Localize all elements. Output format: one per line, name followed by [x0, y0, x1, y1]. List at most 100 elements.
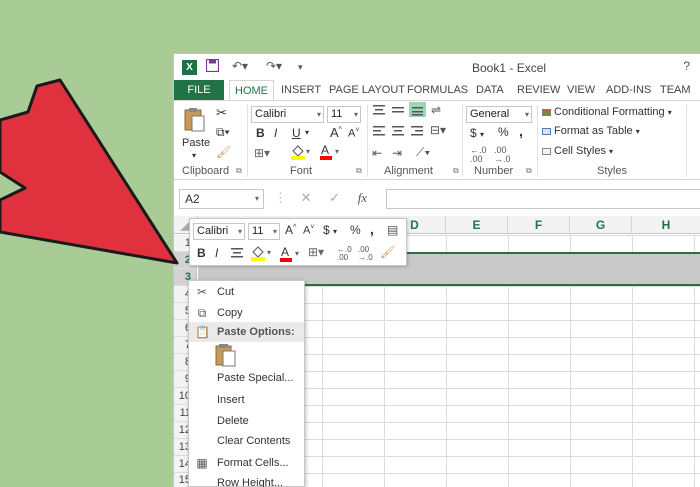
cut-icon[interactable]: ✂	[216, 105, 227, 121]
menu-item-format-cells[interactable]: ▦ Format Cells...	[189, 453, 304, 473]
insert-function-icon[interactable]: fx	[358, 190, 367, 205]
menu-item-paste-special[interactable]: Paste Special...	[189, 368, 304, 388]
customize-icon[interactable]: ▾	[298, 62, 303, 73]
mini-accounting-button[interactable]: $ ▾	[323, 223, 337, 237]
merge-center-icon[interactable]: ⊟▾	[430, 123, 446, 137]
orientation-icon[interactable]: ⟋▾	[416, 145, 430, 160]
increase-indent-icon[interactable]: ⇥	[392, 146, 402, 160]
column-header-e[interactable]: E	[446, 216, 508, 234]
font-size-combo[interactable]: 11 ▾	[327, 106, 361, 123]
tab-formulas[interactable]: FORMULAS	[407, 80, 468, 100]
format-as-table-button[interactable]: Format as Table ▾	[542, 125, 640, 137]
menu-item-delete[interactable]: Delete	[189, 411, 304, 431]
menu-header-paste-options: 📋 Paste Options:	[189, 322, 304, 342]
enter-icon[interactable]: ✓	[329, 190, 340, 205]
formula-input[interactable]	[386, 189, 700, 209]
paste-button[interactable]: Paste	[182, 137, 210, 149]
align-right-icon[interactable]	[410, 125, 424, 140]
font-launcher-icon[interactable]: ⧉	[356, 166, 362, 176]
number-format-combo[interactable]: General ▾	[466, 106, 532, 123]
tab-insert[interactable]: INSERT	[281, 80, 321, 100]
mini-shrink-font-button[interactable]: A˅	[303, 224, 314, 237]
tab-team[interactable]: TEAM	[660, 80, 691, 100]
percent-style-button[interactable]: %	[498, 125, 509, 139]
bold-button[interactable]: B	[256, 126, 265, 140]
column-header-h[interactable]: H	[632, 216, 700, 234]
column-header-f[interactable]: F	[508, 216, 570, 234]
copy-icon[interactable]: ⧉▾	[216, 125, 230, 140]
number-launcher-icon[interactable]: ⧉	[526, 166, 532, 176]
underline-button[interactable]: U	[292, 126, 301, 140]
comma-style-button[interactable]: ,	[519, 123, 523, 139]
paste-icon[interactable]	[184, 107, 206, 136]
menu-item-copy[interactable]: ⧉ Copy	[189, 303, 304, 323]
undo-icon[interactable]: ↶▾	[232, 59, 248, 73]
tab-page-layout[interactable]: PAGE LAYOUT	[329, 80, 405, 100]
wrap-text-icon[interactable]: ⇌	[431, 103, 441, 117]
shrink-font-button[interactable]: A˅	[348, 127, 359, 140]
grow-font-button[interactable]: A^	[330, 125, 342, 140]
borders-icon[interactable]: ⊞▾	[254, 146, 270, 160]
increase-decimal-icon[interactable]: ←.0.00	[470, 146, 487, 164]
format-painter-icon[interactable]: 🖌	[216, 145, 231, 159]
tab-data[interactable]: DATA	[476, 80, 504, 100]
menu-item-row-height[interactable]: Row Height...	[189, 473, 304, 487]
decrease-indent-icon[interactable]: ⇤	[372, 146, 382, 160]
mini-font-name-combo[interactable]: Calibri ▾	[193, 223, 245, 240]
redo-icon[interactable]: ↷▾	[266, 59, 282, 73]
formula-bar: A2 ▾ ⋮ ✕ ✓ fx	[174, 187, 700, 211]
format-table-icon[interactable]: ▤	[387, 223, 398, 237]
column-header-g[interactable]: G	[570, 216, 632, 234]
save-icon[interactable]	[205, 58, 220, 75]
mini-borders-icon[interactable]: ⊞▾	[308, 245, 324, 259]
mini-grow-font-button[interactable]: A^	[285, 223, 296, 237]
align-left-icon[interactable]	[372, 125, 386, 140]
cancel-icon[interactable]: ✕	[301, 190, 312, 205]
clipboard-launcher-icon[interactable]: ⧉	[236, 166, 242, 176]
mini-fill-color-button[interactable]: ▾	[250, 245, 274, 264]
tab-file[interactable]: FILE	[174, 80, 224, 100]
cell-styles-button[interactable]: Cell Styles ▾	[542, 145, 613, 157]
align-top-icon[interactable]	[372, 104, 386, 119]
mini-format-painter-icon[interactable]: 🖌	[380, 245, 395, 259]
mini-align-center-icon[interactable]	[231, 247, 243, 261]
font-color-button[interactable]: A ▾	[320, 143, 342, 163]
align-center-icon[interactable]	[391, 125, 405, 140]
clipboard-icon: 📋	[195, 325, 210, 339]
mini-percent-button[interactable]: %	[350, 223, 361, 237]
group-separator	[247, 105, 248, 177]
italic-button[interactable]: I	[274, 126, 277, 140]
conditional-formatting-button[interactable]: Conditional Formatting ▾	[542, 106, 672, 118]
mini-bold-button[interactable]: B	[197, 246, 206, 260]
group-separator	[367, 105, 368, 177]
mini-font-color-button[interactable]: A ▾	[280, 245, 304, 265]
paste-option-icon[interactable]	[215, 343, 237, 367]
align-middle-icon[interactable]	[391, 104, 405, 119]
mini-increase-decimal-icon[interactable]: ←.0.00	[337, 246, 352, 262]
menu-item-cut[interactable]: ✂ Cut	[189, 282, 304, 302]
decrease-decimal-icon[interactable]: .00 →.0	[494, 146, 511, 164]
tab-view[interactable]: VIEW	[567, 80, 595, 100]
mini-decrease-decimal-icon[interactable]: .00 →.0	[358, 246, 373, 262]
fill-color-button[interactable]: ▾	[290, 144, 312, 163]
menu-item-insert[interactable]: Insert	[189, 390, 304, 410]
name-box[interactable]: A2 ▾	[179, 189, 264, 209]
help-button[interactable]: ?	[683, 59, 690, 73]
accounting-format-button[interactable]: $ ▾	[470, 126, 484, 140]
align-bottom-icon[interactable]	[409, 102, 426, 117]
underline-dropdown-icon[interactable]: ▾	[305, 128, 309, 137]
tab-add-ins[interactable]: ADD-INS	[606, 80, 651, 100]
format-as-table-icon	[542, 127, 551, 135]
mini-comma-button[interactable]: ,	[370, 221, 374, 237]
tab-home[interactable]: HOME	[229, 80, 274, 101]
mini-italic-button[interactable]: I	[215, 246, 218, 260]
alignment-launcher-icon[interactable]: ⧉	[453, 166, 459, 176]
paste-dropdown-icon[interactable]: ▾	[192, 151, 196, 160]
menu-item-clear-contents[interactable]: Clear Contents	[189, 431, 304, 451]
window-title: Book1 - Excel	[472, 61, 547, 75]
font-name-combo[interactable]: Calibri ▾	[251, 106, 324, 123]
group-separator	[462, 105, 463, 177]
tab-review[interactable]: REVIEW	[517, 80, 560, 100]
mini-font-size-combo[interactable]: 11 ▾	[248, 223, 280, 240]
scissors-icon: ✂	[196, 285, 208, 299]
